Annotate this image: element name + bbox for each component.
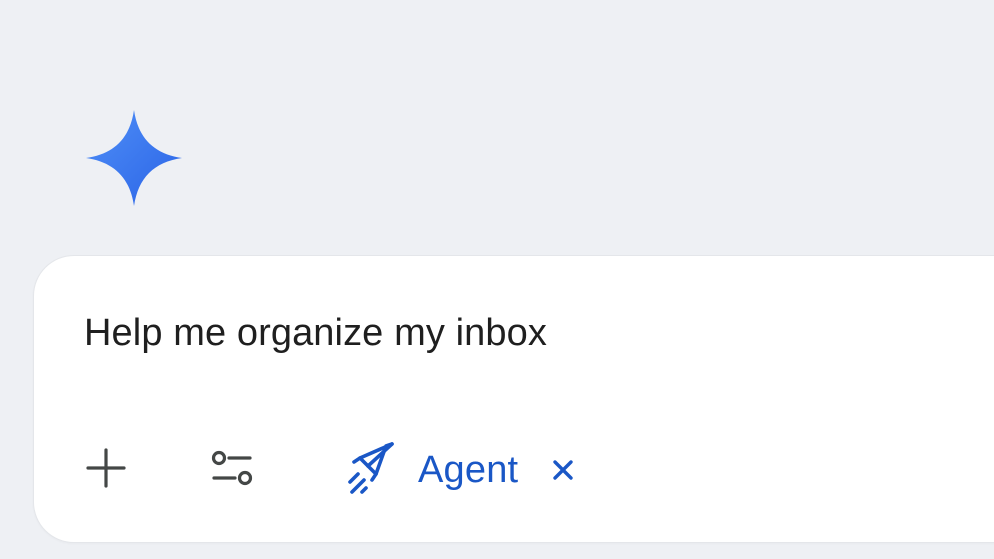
tools-settings-button[interactable] (206, 442, 258, 498)
prompt-composer: Help me organize my inbox Agent (34, 256, 994, 542)
plus-icon (84, 446, 128, 495)
composer-toolbar: Agent (34, 441, 994, 502)
prompt-input[interactable]: Help me organize my inbox (84, 312, 547, 355)
close-icon[interactable] (548, 455, 578, 485)
sliders-icon (208, 446, 256, 495)
rocket-icon (340, 438, 402, 503)
agent-label: Agent (418, 448, 519, 491)
agent-mode-chip[interactable]: Agent (340, 441, 578, 498)
gemini-screen: Help me organize my inbox Agent (0, 0, 994, 559)
add-button[interactable] (80, 442, 132, 498)
gemini-sparkle-icon (84, 108, 184, 208)
